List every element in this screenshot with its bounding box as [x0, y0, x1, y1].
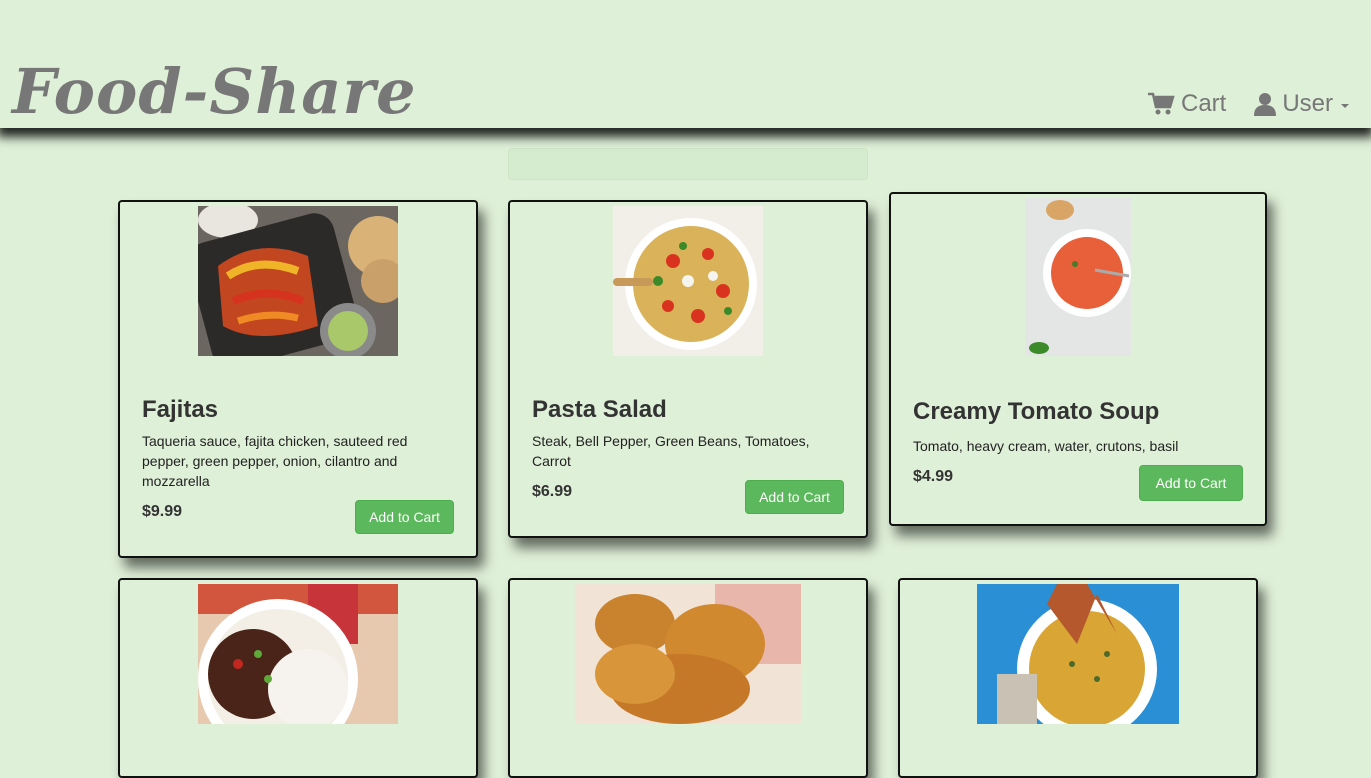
user-label: User: [1282, 90, 1333, 117]
product-image: [198, 206, 398, 356]
cart-label: Cart: [1180, 90, 1227, 117]
brand-logo[interactable]: Food-Share: [12, 52, 417, 132]
product-image: [575, 584, 801, 724]
user-icon: [1254, 93, 1277, 116]
search-input[interactable]: [508, 148, 868, 180]
user-menu[interactable]: User: [1254, 90, 1349, 118]
tomato-soup-photo: [1025, 198, 1131, 356]
product-description: Taqueria sauce, fajita chicken, sauteed …: [142, 433, 408, 489]
product-image: [977, 584, 1179, 724]
product-card: Fajitas Taqueria sauce, fajita chicken, …: [118, 200, 478, 558]
product-card: [118, 578, 478, 778]
chevron-down-icon: [1341, 104, 1349, 108]
product-card: Pasta Salad Steak, Bell Pepper, Green Be…: [508, 200, 868, 538]
product-title: Creamy Tomato Soup: [913, 398, 1160, 425]
product-image: [1025, 198, 1131, 356]
product-title: Fajitas: [142, 396, 219, 423]
fried-chicken-photo: [575, 584, 801, 724]
product-card: [898, 578, 1258, 778]
product-price: $6.99: [532, 483, 573, 500]
product-image: [613, 206, 763, 356]
product-price: $4.99: [913, 468, 954, 485]
navbar: Food-Share Cart User: [0, 0, 1371, 128]
cart-icon: [1147, 92, 1175, 115]
product-card: [508, 578, 868, 778]
product-card: Creamy Tomato Soup Tomato, heavy cream, …: [889, 192, 1267, 526]
product-title: Pasta Salad: [532, 396, 667, 423]
fajitas-photo: [198, 206, 398, 356]
rice-bowl-photo: [198, 584, 398, 724]
soup-bread-photo: [977, 584, 1179, 724]
product-image: [198, 584, 398, 724]
add-to-cart-button[interactable]: Add to Cart: [745, 480, 844, 514]
product-description: Tomato, heavy cream, water, crutons, bas…: [913, 438, 1179, 454]
product-description: Steak, Bell Pepper, Green Beans, Tomatoe…: [532, 433, 810, 469]
add-to-cart-button[interactable]: Add to Cart: [355, 500, 454, 534]
product-price: $9.99: [142, 503, 183, 520]
cart-link[interactable]: Cart: [1147, 90, 1226, 118]
pasta-salad-photo: [613, 206, 763, 356]
nav-right: Cart User: [1147, 90, 1349, 118]
add-to-cart-button[interactable]: Add to Cart: [1139, 465, 1243, 501]
